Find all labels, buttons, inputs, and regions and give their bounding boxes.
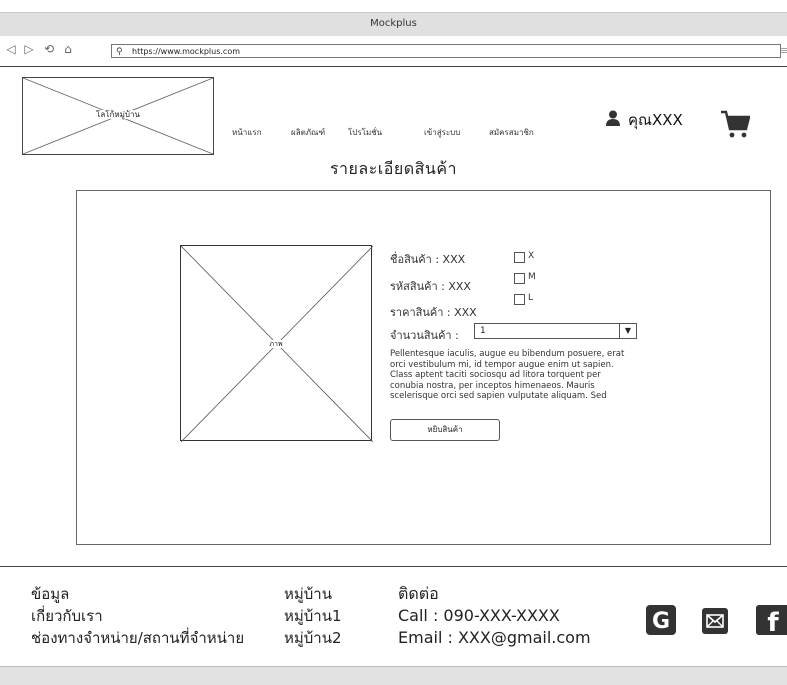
footer-channels-link[interactable]: ช่องทางจำหน่าย/สถานที่จำหน่าย [31, 627, 244, 649]
status-bar [0, 666, 787, 685]
forward-icon[interactable]: ▷ [22, 41, 36, 57]
chevron-down-icon[interactable]: ▼ [619, 324, 636, 338]
svg-text:f: f [767, 608, 779, 635]
address-bar[interactable]: ⚲ https://www.mockplus.com [111, 44, 781, 58]
product-description: Pellentesque iaculis, augue eu bibendum … [390, 349, 625, 401]
quantity-value: 1 [480, 326, 486, 336]
size-x-checkbox[interactable] [514, 252, 525, 263]
product-code: รหัสสินค้า : XXX [390, 280, 471, 293]
svg-text:G: G [652, 609, 670, 634]
window-titlebar: Mockplus [0, 12, 787, 37]
add-to-cart-button[interactable]: หยิบสินค้า [390, 419, 500, 441]
quantity-select[interactable]: 1 ▼ [474, 323, 637, 339]
product-image-label: ภาพ [267, 340, 285, 348]
refresh-icon[interactable]: ⟲ [42, 41, 56, 57]
quantity-label: จำนวนสินค้า : [390, 329, 459, 342]
search-icon: ⚲ [116, 47, 123, 57]
nav-home[interactable]: หน้าแรก [232, 126, 262, 139]
footer-divider [0, 566, 787, 567]
facebook-icon[interactable]: f [756, 605, 787, 635]
window-title: Mockplus [370, 18, 417, 29]
page-title: รายละเอียดสินค้า [329, 159, 458, 178]
logo[interactable]: โลโก้หมู่บ้าน [22, 77, 214, 155]
footer-phone: Call : 090-XXX-XXXX [398, 606, 560, 625]
product-image: ภาพ [180, 245, 373, 442]
logo-text: โลโก้หมู่บ้าน [93, 110, 143, 119]
google-icon[interactable]: G [646, 605, 676, 635]
footer-village1-link[interactable]: หมู่บ้าน1 [284, 605, 342, 627]
footer-about-link[interactable]: เกี่ยวกับเรา [31, 605, 244, 627]
nav-register[interactable]: สมัครสมาชิก [489, 126, 534, 139]
address-bar-url: https://www.mockplus.com [132, 47, 240, 56]
nav-promotions[interactable]: โปรโมชั่น [348, 126, 382, 139]
back-icon[interactable]: ◁ [4, 41, 18, 57]
footer-email: Email : XXX@gmail.com [398, 628, 591, 647]
size-x-label: X [528, 251, 535, 261]
mail-icon[interactable] [702, 608, 728, 634]
browser-menu-icon[interactable]: ≡ [780, 44, 787, 57]
footer-column-village: หมู่บ้าน หมู่บ้าน1 หมู่บ้าน2 [284, 583, 342, 649]
footer-village-title: หมู่บ้าน [284, 585, 332, 603]
nav-login[interactable]: เข้าสู่ระบบ [424, 126, 460, 139]
nav-products[interactable]: ผลิตภัณฑ์ [291, 126, 325, 139]
product-price: ราคาสินค้า : XXX [390, 306, 477, 319]
size-m-label: M [528, 272, 536, 282]
footer-column-contact: ติดต่อ Call : 090-XXX-XXXX Email : XXX@g… [398, 583, 591, 649]
footer-column-info: ข้อมูล เกี่ยวกับเรา ช่องทางจำหน่าย/สถานท… [31, 583, 244, 649]
footer-contact-title: ติดต่อ [398, 584, 439, 603]
product-name: ชื่อสินค้า : XXX [390, 253, 466, 266]
size-l-label: L [528, 293, 534, 303]
size-m-checkbox[interactable] [514, 273, 525, 284]
cart-icon[interactable] [720, 108, 750, 140]
home-icon[interactable]: ⌂ [61, 41, 75, 57]
user-icon [606, 110, 620, 126]
size-l-checkbox[interactable] [514, 294, 525, 305]
user-name[interactable]: คุณXXX [628, 108, 683, 132]
footer-village2-link[interactable]: หมู่บ้าน2 [284, 627, 342, 649]
footer-info-title: ข้อมูล [31, 585, 70, 603]
